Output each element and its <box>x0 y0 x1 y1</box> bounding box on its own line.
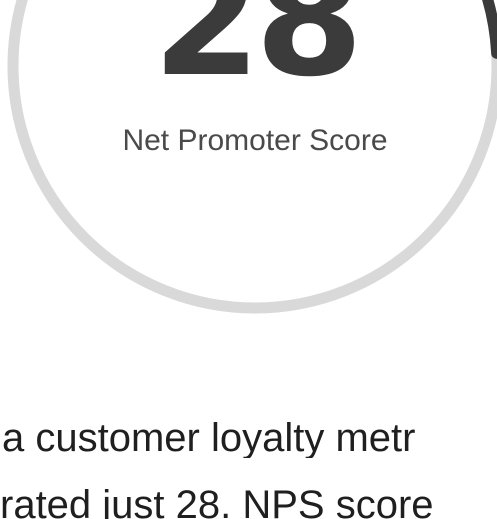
nps-score-label: Net Promoter Score <box>122 124 388 157</box>
body-text-line-1: a customer loyalty metr <box>0 418 497 458</box>
body-text-line-2-content: rated just 28. NPS score <box>0 485 434 519</box>
body-text-line-1-content: a customer loyalty metr <box>2 418 416 458</box>
body-text-line-2: rated just 28. NPS score <box>0 485 497 519</box>
nps-score-value: 28 <box>152 0 363 111</box>
nps-gauge: 28 Net Promoter Score <box>0 0 497 330</box>
